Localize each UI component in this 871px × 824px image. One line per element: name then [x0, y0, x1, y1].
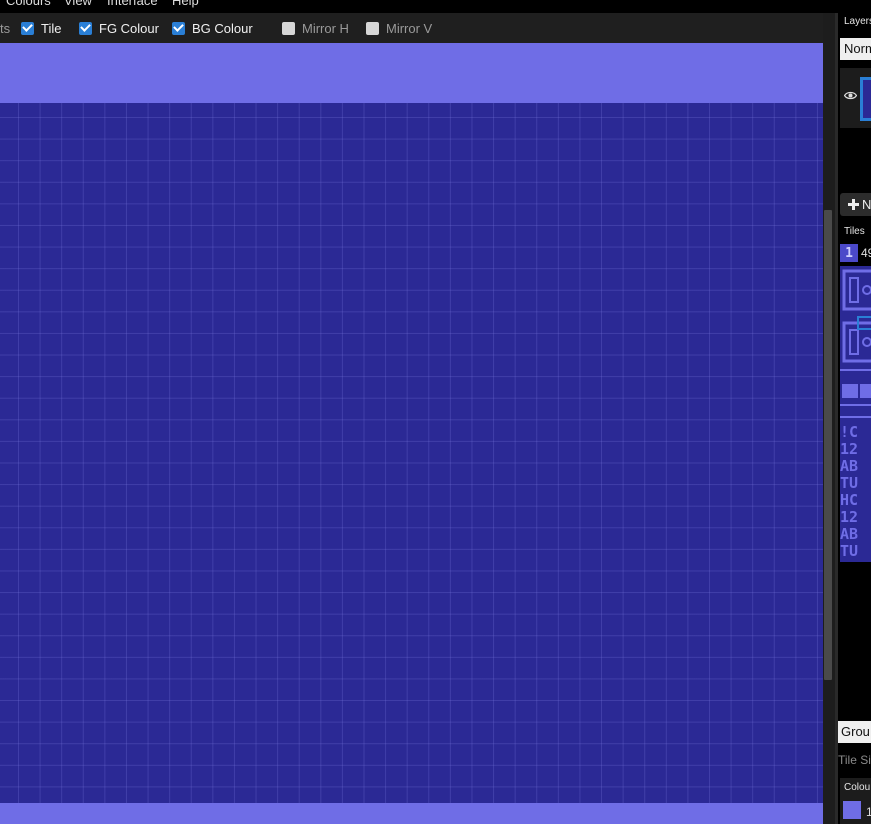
tile-checkbox[interactable]	[21, 21, 34, 35]
colour-swatch[interactable]	[843, 801, 861, 819]
bg-colour-checkbox[interactable]	[172, 21, 185, 35]
glyph-pair: HC	[840, 491, 859, 509]
tile-count: 49	[861, 246, 871, 260]
glyph-pair: AB	[840, 457, 859, 475]
glyph-pair: 12	[840, 440, 859, 458]
new-layer-label: N	[862, 197, 871, 212]
eye-icon[interactable]	[844, 91, 857, 100]
solid-block-tile[interactable]	[860, 384, 871, 398]
toolbar: ts Tile FG Colour BG Colour Mirror H Mir…	[0, 13, 835, 43]
layer-thumbnail[interactable]	[860, 77, 871, 121]
tile-separator	[840, 416, 871, 418]
glyph-row[interactable]: TU	[840, 475, 871, 491]
glyph-row[interactable]: 12	[840, 441, 871, 457]
glyph-row[interactable]: AB	[840, 458, 871, 474]
canvas-tile-grid[interactable]	[0, 103, 823, 803]
fg-colour-option[interactable]: FG Colour	[79, 13, 159, 43]
menu-help[interactable]: Help	[172, 0, 199, 8]
tile-option-label: Tile	[41, 20, 62, 36]
menu-colours[interactable]: Colours	[6, 0, 51, 8]
mirror-v-label: Mirror V	[386, 20, 433, 36]
colour-index: 1	[866, 805, 871, 819]
glyph-row[interactable]: !C	[840, 424, 871, 440]
glyph-pair: AB	[840, 525, 859, 543]
colours-title: Colou	[844, 782, 871, 793]
tile-option[interactable]: Tile	[21, 13, 61, 43]
tile-group-select[interactable]: Grou	[838, 721, 871, 743]
solid-block-tile[interactable]	[842, 384, 858, 398]
mirror-v-option[interactable]: Mirror V	[366, 13, 432, 43]
menu-view[interactable]: View	[64, 0, 92, 8]
canvas-scrollbar-thumb[interactable]	[824, 210, 832, 680]
glyph-row[interactable]: HC	[840, 492, 871, 508]
plus-icon	[848, 199, 859, 210]
blend-mode-select[interactable]: Norm	[840, 38, 871, 60]
toolbar-fragment-label: ts	[0, 20, 11, 36]
glyph-row[interactable]: AB	[840, 526, 871, 542]
tile-sheet[interactable]: !C 12 AB TU HC 12 AB TU	[840, 266, 871, 562]
fg-colour-checkbox[interactable]	[79, 21, 92, 35]
layers-title: Layers	[844, 16, 871, 27]
mirror-h-checkbox[interactable]	[282, 21, 295, 35]
mirror-h-option[interactable]: Mirror H	[282, 13, 349, 43]
fg-colour-label: FG Colour	[99, 20, 159, 36]
tile-separator	[840, 369, 871, 371]
bg-colour-label: BG Colour	[192, 20, 253, 36]
frame-tile-icon[interactable]	[840, 266, 871, 366]
tiles-title: Tiles	[844, 226, 865, 237]
tile-index-icon: 1	[840, 244, 858, 262]
tile-separator	[840, 404, 871, 406]
tile-size-label: Tile Siz	[838, 753, 871, 767]
glyph-pair: 12	[840, 508, 859, 526]
glyph-row[interactable]: 12	[840, 509, 871, 525]
colours-panel: Colou 1	[840, 778, 871, 824]
layer-row[interactable]	[840, 68, 871, 128]
right-panel: Layers Norm N Tiles 1 49	[838, 13, 871, 824]
drawing-canvas[interactable]	[0, 43, 823, 824]
bg-colour-option[interactable]: BG Colour	[172, 13, 253, 43]
mirror-v-checkbox[interactable]	[366, 21, 379, 35]
tiles-info: 1 49	[840, 243, 871, 263]
new-layer-button[interactable]: N	[840, 193, 871, 216]
glyph-pair: TU	[840, 542, 859, 560]
menu-interface[interactable]: Interface	[107, 0, 158, 8]
menu-bar: Colours View Interface Help	[0, 0, 871, 13]
glyph-pair: !C	[840, 423, 859, 441]
glyph-row[interactable]: TU	[840, 543, 871, 559]
glyph-pair: TU	[840, 474, 859, 492]
mirror-h-label: Mirror H	[302, 20, 349, 36]
